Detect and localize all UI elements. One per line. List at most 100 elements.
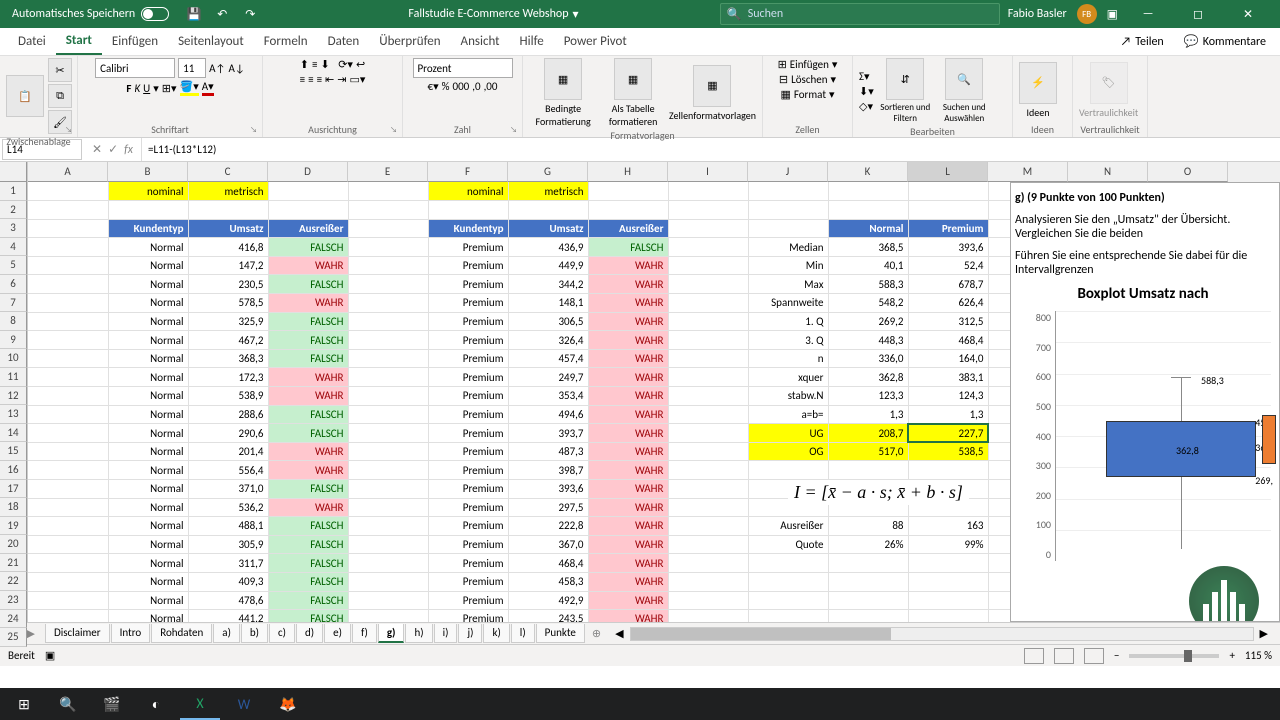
cell[interactable] (668, 461, 748, 480)
cell[interactable]: nominal (428, 182, 508, 201)
row-header[interactable]: 19 (0, 517, 27, 536)
row-header[interactable]: 15 (0, 442, 27, 461)
cell[interactable]: WAHR (588, 535, 668, 554)
cell[interactable]: Premium (428, 591, 508, 610)
cell[interactable]: Umsatz (188, 219, 268, 238)
sheet-tab[interactable]: Rohdaten (151, 624, 212, 643)
sheet-tab[interactable]: Disclaimer (45, 624, 110, 643)
orientation-icon[interactable]: ⟳▾ (338, 58, 353, 71)
cell[interactable]: 227,7 (908, 424, 988, 443)
cell[interactable] (668, 331, 748, 350)
row-header[interactable]: 12 (0, 387, 27, 406)
cell[interactable]: 123,3 (828, 387, 908, 406)
cell[interactable]: 368,5 (828, 238, 908, 257)
cell[interactable]: 467,2 (188, 331, 268, 350)
tab-nav-next-icon[interactable]: ▶ (26, 627, 34, 640)
cell[interactable] (668, 554, 748, 573)
row-header[interactable]: 23 (0, 591, 27, 610)
inc-indent-icon[interactable]: ⇥ (337, 73, 346, 86)
cell[interactable]: Premium (428, 275, 508, 294)
cell[interactable]: Spannweite (748, 294, 828, 313)
search-box[interactable]: 🔍 Suchen (720, 3, 1000, 25)
cell[interactable] (748, 572, 828, 591)
align-top-icon[interactable]: ⬆ (300, 58, 309, 71)
align-mid-icon[interactable]: ≡ (312, 58, 317, 71)
cell[interactable] (348, 591, 428, 610)
horizontal-scrollbar[interactable] (630, 627, 1254, 641)
cell[interactable]: FALSCH (588, 238, 668, 257)
cell[interactable] (28, 480, 108, 499)
minimize-icon[interactable]: — (1128, 0, 1168, 28)
cell[interactable]: Quote (748, 535, 828, 554)
cell[interactable] (28, 349, 108, 368)
cell[interactable] (28, 275, 108, 294)
cell[interactable] (28, 535, 108, 554)
dec-indent-icon[interactable]: ⇤ (325, 73, 334, 86)
autosave-switch-icon[interactable] (141, 7, 169, 21)
cell[interactable] (748, 461, 828, 480)
autosave-toggle[interactable]: Automatisches Speichern (4, 7, 177, 21)
cell[interactable]: 398,7 (508, 461, 588, 480)
cell[interactable]: 249,7 (508, 368, 588, 387)
cell[interactable] (828, 572, 908, 591)
tab-start[interactable]: Start (56, 28, 102, 55)
font-name-combo[interactable]: Calibri (95, 58, 175, 78)
search-taskbar-icon[interactable]: 🔍 (48, 688, 88, 720)
cell[interactable]: 336,0 (828, 349, 908, 368)
cell[interactable]: n (748, 349, 828, 368)
cell[interactable]: Normal (108, 424, 188, 443)
zoom-level[interactable]: 115 % (1245, 649, 1272, 662)
cell[interactable]: Premium (428, 461, 508, 480)
cell[interactable] (28, 405, 108, 424)
cell[interactable]: 306,5 (508, 312, 588, 331)
cell[interactable] (108, 201, 188, 220)
cell[interactable]: 201,4 (188, 442, 268, 461)
start-menu-icon[interactable]: ⊞ (4, 688, 44, 720)
cell[interactable]: OG (748, 442, 828, 461)
sheet-tab[interactable]: d) (296, 624, 323, 643)
cells-delete-button[interactable]: ⊟Löschen▾ (779, 73, 836, 86)
cell[interactable]: 3. Q (748, 331, 828, 350)
cell[interactable] (348, 424, 428, 443)
cell[interactable] (908, 201, 988, 220)
percent-icon[interactable]: % (442, 80, 450, 93)
cell[interactable]: Normal (108, 331, 188, 350)
cell[interactable] (908, 591, 988, 610)
cell[interactable]: Premium (428, 517, 508, 536)
cell[interactable]: 26% (828, 535, 908, 554)
cell[interactable]: WAHR (588, 405, 668, 424)
cell[interactable]: Premium (428, 610, 508, 622)
inc-decimal-icon[interactable]: ,0 (472, 80, 480, 93)
cell[interactable]: 368,3 (188, 349, 268, 368)
cell[interactable]: Normal (108, 405, 188, 424)
row-header[interactable]: 8 (0, 312, 27, 331)
screenrec-icon[interactable]: 🎬 (92, 688, 132, 720)
cell[interactable]: Normal (108, 368, 188, 387)
cell[interactable]: Premium (428, 294, 508, 313)
col-header[interactable]: I (668, 162, 748, 182)
cell[interactable] (588, 201, 668, 220)
tab-view[interactable]: Ansicht (451, 28, 510, 55)
cell[interactable]: FALSCH (268, 331, 348, 350)
cell[interactable] (28, 182, 108, 201)
cell[interactable] (268, 182, 348, 201)
sheet-tab[interactable]: c) (269, 624, 295, 643)
cell[interactable]: WAHR (268, 368, 348, 387)
cell[interactable]: 325,9 (188, 312, 268, 331)
cell[interactable]: WAHR (268, 294, 348, 313)
cell[interactable] (668, 480, 748, 499)
cell[interactable] (828, 201, 908, 220)
cell[interactable]: metrisch (188, 182, 268, 201)
copy-icon[interactable]: ⧉ (48, 84, 72, 108)
tab-powerpivot[interactable]: Power Pivot (554, 28, 637, 55)
cell[interactable] (28, 256, 108, 275)
excel-taskbar-icon[interactable]: X (180, 688, 220, 720)
cell[interactable]: Premium (428, 331, 508, 350)
paste-button[interactable]: 📋 (6, 75, 44, 117)
cell[interactable]: 536,2 (188, 498, 268, 517)
cell[interactable]: WAHR (588, 256, 668, 275)
cell[interactable] (28, 610, 108, 622)
cell[interactable] (908, 572, 988, 591)
col-header[interactable]: F (428, 162, 508, 182)
cell[interactable] (828, 610, 908, 622)
